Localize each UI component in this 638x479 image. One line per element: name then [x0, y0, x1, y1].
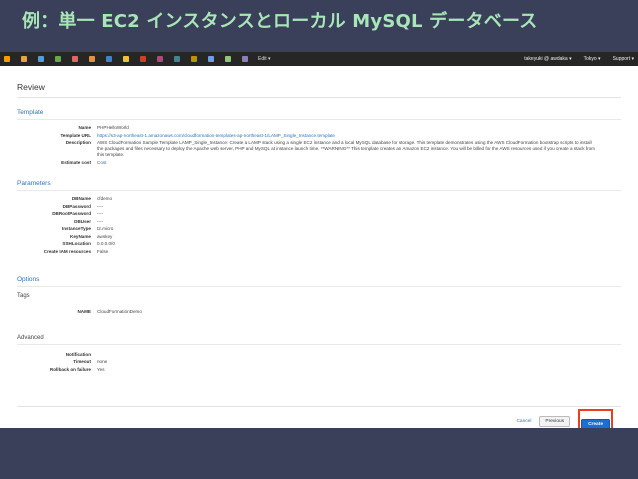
param-label: SSHLocation [62, 241, 91, 247]
service-icon-14[interactable] [242, 56, 248, 62]
template-url-link[interactable]: https://s3-ap-northeast-1.amazonaws.com/… [97, 133, 621, 139]
footer-divider [17, 406, 621, 407]
param-label: DBRootPassword [52, 211, 91, 217]
param-label: DBPassword [62, 203, 91, 209]
parameters-section-title: Parameters [17, 180, 621, 192]
service-icon-9[interactable] [157, 56, 163, 62]
wizard-actions: Cancel Previous Create [516, 409, 613, 428]
options-section-title: Options [17, 276, 621, 287]
advanced-value [97, 352, 621, 358]
slide-title: 例：単一 EC2 インスタンスとローカル MySQL データベース [22, 11, 538, 32]
param-value: False [97, 248, 109, 254]
service-icon-2[interactable] [38, 56, 44, 62]
region-menu[interactable]: Tokyo ▾ [584, 56, 601, 62]
tags-list: NAME CloudFormationDemo [17, 309, 621, 315]
aws-logo-icon[interactable] [4, 56, 10, 62]
advanced-label: Notification [65, 351, 91, 357]
cost-link[interactable]: Cost [97, 160, 621, 166]
service-icon-12[interactable] [208, 56, 214, 62]
advanced-value: none [97, 359, 108, 365]
advanced-label: Rollback on failure [49, 366, 91, 372]
previous-button[interactable]: Previous [539, 415, 571, 427]
advanced-subtitle: Advanced [17, 335, 621, 345]
param-label: InstanceType [61, 226, 91, 232]
description-label: Description [65, 140, 91, 145]
create-button[interactable]: Create [581, 419, 610, 428]
advanced-value: Yes [97, 366, 105, 372]
tag-key: NAME [77, 308, 91, 314]
template-section-title: Template [17, 109, 621, 120]
account-menus: takeyuki @ awdaka ▾ Tokyo ▾ Support ▾ [524, 56, 634, 62]
edit-menu[interactable]: Edit ▾ [258, 56, 271, 62]
template-name-value: PHPHelloWorld [97, 125, 129, 130]
service-icon-8[interactable] [140, 56, 146, 62]
param-value: ---- [97, 218, 104, 224]
param-value: awskey [97, 233, 113, 239]
service-icon-10[interactable] [174, 56, 180, 62]
create-button-highlight: Create [578, 409, 613, 428]
service-icon-3[interactable] [55, 56, 61, 62]
param-label: Create IAM resources [43, 248, 91, 254]
advanced-label: Timeout [73, 359, 91, 365]
template-details: Name PHPHelloWorld Template URL https://… [17, 125, 621, 166]
param-value: t2.micro [97, 226, 114, 232]
cancel-button[interactable]: Cancel [516, 419, 531, 424]
param-label: KeyName [70, 233, 91, 239]
service-icon-4[interactable] [72, 56, 78, 62]
param-value: ---- [97, 203, 104, 209]
browser-screen: Edit ▾ takeyuki @ awdaka ▾ Tokyo ▾ Suppo… [0, 52, 638, 428]
param-value: ---- [97, 211, 104, 217]
param-value: 0.0.0.0/0 [97, 241, 115, 247]
advanced-list: Notification Timeout none Rollback on fa… [17, 352, 621, 373]
param-label: DBUser [74, 218, 91, 224]
estimate-cost-label: Estimate cost [61, 160, 91, 166]
service-shortcuts [4, 56, 248, 62]
service-icon-1[interactable] [21, 56, 27, 62]
page-title: Review [17, 82, 621, 98]
service-icon-11[interactable] [191, 56, 197, 62]
param-label: DBName [71, 196, 91, 202]
parameters-list: DBName cfdemo DBPassword ---- DBRootPass… [17, 196, 621, 255]
template-name-label: Name [78, 125, 91, 130]
description-value: AWS CloudFormation Sample Template LAMP_… [97, 140, 595, 158]
review-panel: Review Template Name PHPHelloWorld Templ… [17, 66, 621, 428]
aws-top-nav: Edit ▾ takeyuki @ awdaka ▾ Tokyo ▾ Suppo… [0, 52, 638, 66]
service-icon-7[interactable] [123, 56, 129, 62]
template-url-label: Template URL [60, 132, 91, 138]
tag-value: CloudFormationDemo [97, 308, 142, 314]
param-value: cfdemo [97, 196, 113, 202]
support-menu[interactable]: Support ▾ [613, 56, 634, 62]
tags-subtitle: Tags [17, 292, 30, 299]
service-icon-6[interactable] [106, 56, 112, 62]
service-icon-13[interactable] [225, 56, 231, 62]
service-icon-5[interactable] [89, 56, 95, 62]
user-menu[interactable]: takeyuki @ awdaka ▾ [524, 56, 571, 62]
